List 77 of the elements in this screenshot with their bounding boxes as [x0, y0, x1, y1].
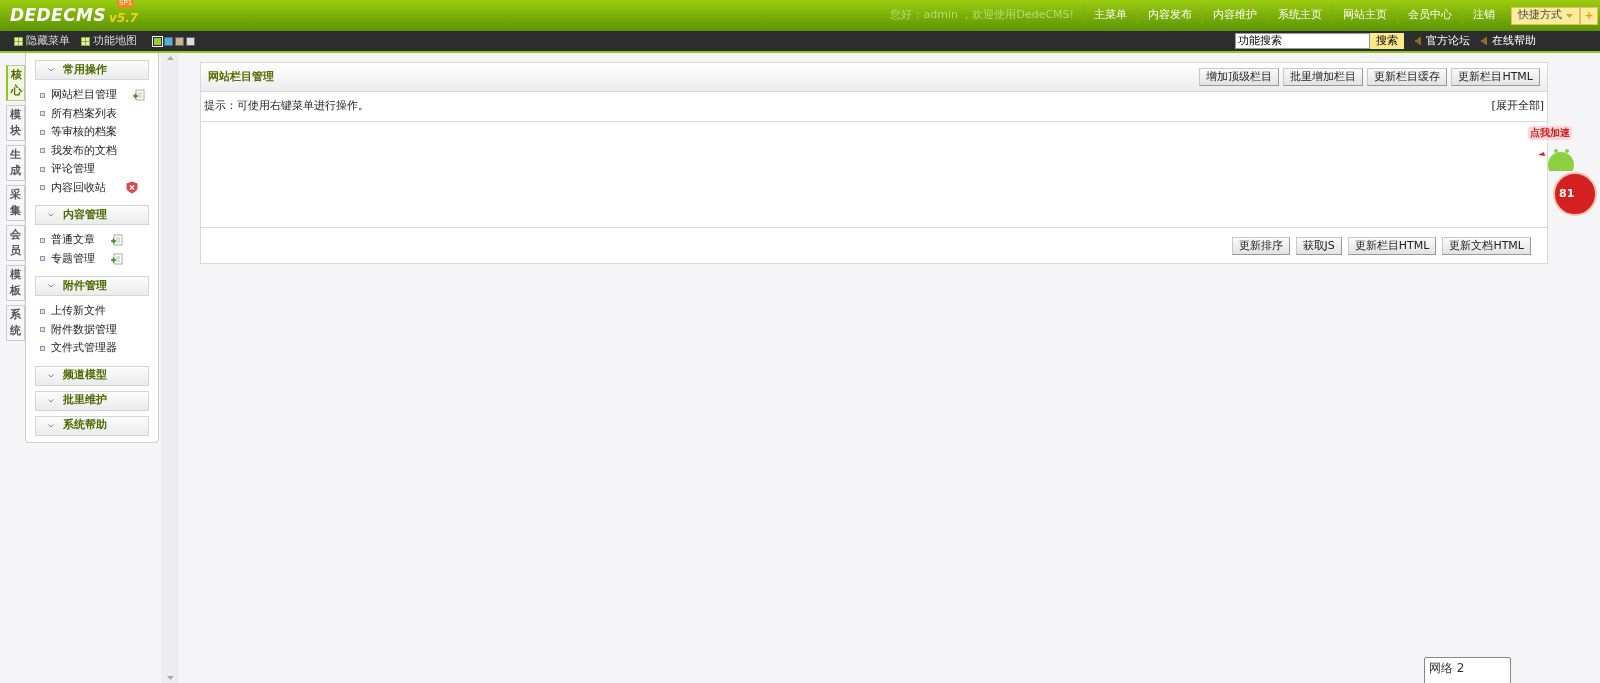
bullet-icon — [40, 92, 45, 98]
toolbar-button[interactable]: 更新栏目HTML — [1451, 68, 1540, 86]
shortcut-dropdown[interactable]: 快捷方式 — [1511, 6, 1580, 25]
toolbar-link[interactable]: 功能地图 — [81, 32, 137, 50]
menu-item[interactable]: 评论管理 — [51, 161, 95, 178]
toolbar-button[interactable]: 获取JS — [1295, 236, 1342, 255]
signal-icon — [1481, 37, 1487, 45]
chevron-icon — [48, 284, 54, 288]
bullet-icon — [40, 308, 45, 314]
menu-item[interactable]: 所有档案列表 — [51, 105, 117, 122]
menu-item[interactable]: 上传新文件 — [51, 303, 106, 320]
version-label: v5.7 — [109, 12, 139, 24]
menu-item[interactable]: 专题管理 — [51, 250, 95, 267]
add-page-icon[interactable] — [133, 89, 145, 102]
toolbar-button[interactable]: 更新栏目HTML — [1347, 236, 1437, 255]
bullet-icon — [40, 111, 45, 117]
toolbar-link[interactable]: 在线帮助 — [1481, 32, 1536, 50]
menu-item[interactable]: 附件数据管理 — [51, 321, 117, 338]
side-tab[interactable]: 模块 — [6, 105, 25, 141]
caret-icon — [1566, 13, 1573, 18]
menu-item[interactable]: 我发布的文档 — [51, 142, 117, 159]
skin-swatch[interactable] — [153, 36, 162, 46]
chevron-icon — [48, 423, 54, 428]
toolbar-link[interactable]: 官方论坛 — [1415, 32, 1470, 50]
side-tab[interactable]: 采集 — [6, 185, 25, 221]
grid-icon — [14, 36, 23, 46]
side-tab[interactable]: 会员 — [6, 225, 25, 261]
greeting-text: 您好：admin ，欢迎使用DedeCMS! — [890, 7, 1074, 24]
add-page-icon[interactable] — [111, 252, 123, 265]
side-tab[interactable]: 系统 — [6, 305, 25, 341]
side-tab[interactable]: 生成 — [6, 145, 25, 181]
toolbar-button[interactable]: 增加顶级栏目 — [1199, 68, 1280, 86]
signal-icon — [1415, 37, 1421, 45]
chevron-icon — [48, 373, 54, 378]
menu-section-header[interactable]: 批里维护 — [35, 390, 149, 411]
menu-section-header[interactable]: 系统帮助 — [35, 415, 149, 436]
skin-swatch[interactable] — [186, 36, 195, 46]
menu-section-header[interactable]: 频道模型 — [35, 365, 149, 386]
delete-icon[interactable] — [126, 181, 138, 195]
menu-section-header[interactable]: 常用操作 — [35, 60, 149, 80]
count-badge[interactable]: 81 — [1553, 172, 1597, 216]
grid-icon — [81, 36, 90, 46]
toolbar-button[interactable]: 批里增加栏目 — [1283, 68, 1364, 86]
search-button[interactable]: 搜索 — [1370, 33, 1404, 49]
toolbar-button[interactable]: 更新栏目缓存 — [1367, 68, 1448, 86]
menu-section-header[interactable]: 内容管理 — [35, 205, 149, 225]
panel-title: 网站栏目管理 — [208, 68, 274, 85]
toolbar-button[interactable]: 更新文档HTML — [1442, 236, 1531, 255]
add-page-icon[interactable] — [111, 234, 123, 247]
menu-item[interactable]: 文件式管理器 — [51, 340, 117, 357]
bullet-icon — [40, 345, 45, 351]
side-tab[interactable]: 核心 — [6, 65, 25, 101]
bullet-icon — [40, 327, 45, 333]
bullet-icon — [40, 237, 45, 243]
speed-label[interactable]: 点我加速 — [1528, 126, 1572, 140]
skin-swatch[interactable] — [175, 36, 184, 46]
toolbar-button[interactable]: 更新排序 — [1231, 236, 1290, 255]
side-tab[interactable]: 模板 — [6, 265, 25, 301]
chevron-icon — [48, 398, 54, 403]
bullet-icon — [40, 148, 45, 154]
chevron-icon — [48, 68, 54, 72]
bullet-icon — [40, 166, 45, 172]
hint-text: 提示：可使用右键菜单进行操作。 — [204, 98, 369, 115]
skin-swatch[interactable] — [164, 36, 173, 46]
search-field[interactable]: 功能搜索 — [1235, 33, 1370, 49]
tooltip: 网络 2 — [1424, 657, 1511, 683]
bullet-icon — [40, 256, 45, 262]
toolbar-link[interactable]: 隐藏菜单 — [14, 32, 70, 50]
chevron-icon — [48, 213, 54, 217]
menu-item[interactable]: 内容回收站 — [51, 179, 106, 196]
menu-item[interactable]: 等审核的档案 — [51, 124, 117, 141]
menu-item[interactable]: 网站栏目管理 — [51, 87, 117, 104]
bullet-icon — [40, 185, 45, 191]
bullet-icon — [40, 129, 45, 135]
menu-section-header[interactable]: 附件管理 — [35, 276, 149, 296]
expand-all-link[interactable]: [展开全部] — [1491, 98, 1544, 115]
menu-item[interactable]: 普通文章 — [51, 232, 95, 249]
